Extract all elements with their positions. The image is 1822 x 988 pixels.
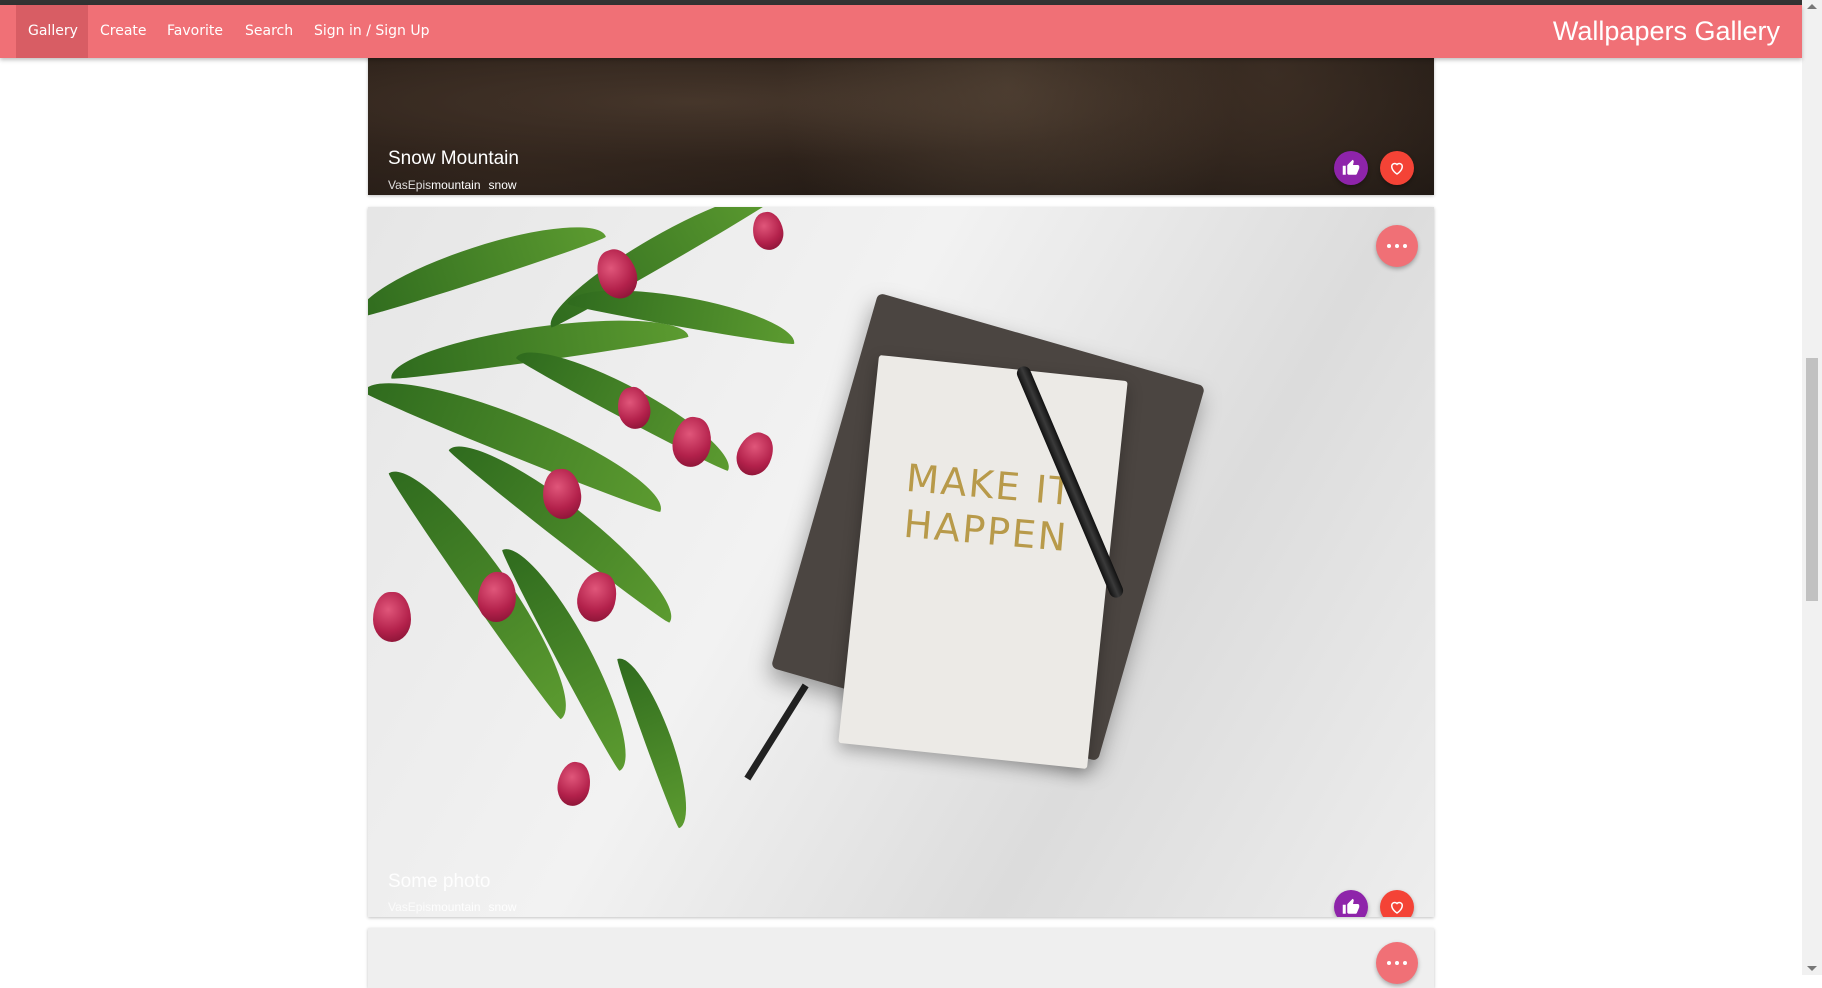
- bookmark-ribbon: [744, 683, 809, 781]
- page-scrollbar[interactable]: [1802, 0, 1822, 975]
- card-title: Snow Mountain: [388, 148, 519, 169]
- card-tags: VasEpismountain snow: [388, 178, 525, 192]
- more-horizontal-icon: [1387, 244, 1407, 248]
- tulip: [554, 759, 594, 809]
- favorite-button[interactable]: [1380, 151, 1414, 185]
- more-options-button[interactable]: [1376, 225, 1418, 267]
- heart-icon: [1390, 901, 1404, 914]
- thumbs-up-icon: [1342, 898, 1360, 914]
- tag-snow[interactable]: snow: [489, 178, 517, 192]
- more-options-button[interactable]: [1376, 942, 1418, 984]
- image-caption-text: MAKE IT HAPPEN: [901, 455, 1076, 561]
- nav-search[interactable]: Search: [233, 5, 305, 58]
- nav-favorite[interactable]: Favorite: [155, 5, 235, 58]
- tulip: [373, 592, 411, 642]
- heart-icon: [1390, 162, 1404, 175]
- wallpaper-card[interactable]: MAKE IT HAPPEN Some photo VasEpismountai…: [368, 207, 1434, 917]
- navbar: Gallery Create Favorite Search Sign in /…: [0, 5, 1802, 58]
- brand-title[interactable]: Wallpapers Gallery: [1553, 5, 1780, 58]
- thumbs-up-icon: [1342, 159, 1360, 175]
- wallpaper-card[interactable]: [368, 928, 1434, 988]
- card-author[interactable]: VasEpis: [388, 900, 431, 914]
- card-author[interactable]: VasEpis: [388, 178, 431, 192]
- tag-snow[interactable]: snow: [489, 900, 517, 914]
- wallpaper-image: [368, 40, 1434, 195]
- notebook-cover: [838, 355, 1128, 769]
- favorite-button[interactable]: [1380, 890, 1414, 917]
- more-horizontal-icon: [1387, 961, 1407, 965]
- nav-gallery[interactable]: Gallery: [16, 5, 88, 58]
- like-button[interactable]: [1334, 890, 1368, 917]
- tulip: [730, 426, 780, 482]
- tag-mountain[interactable]: mountain: [431, 900, 480, 914]
- tulip: [749, 209, 787, 253]
- nav-create[interactable]: Create: [88, 5, 159, 58]
- scroll-up-arrow[interactable]: [1807, 4, 1817, 9]
- leaf: [615, 650, 701, 830]
- nav-sign-in[interactable]: Sign in / Sign Up: [302, 5, 442, 58]
- card-tags: VasEpismountain snow: [388, 900, 525, 914]
- scrollbar-thumb[interactable]: [1806, 358, 1818, 601]
- tag-mountain[interactable]: mountain: [431, 178, 480, 192]
- wallpaper-image: MAKE IT HAPPEN: [368, 207, 1434, 917]
- like-button[interactable]: [1334, 151, 1368, 185]
- wallpaper-card[interactable]: Snow Mountain VasEpismountain snow: [368, 40, 1434, 195]
- card-title: Some photo: [388, 871, 491, 892]
- scroll-down-arrow[interactable]: [1807, 966, 1817, 971]
